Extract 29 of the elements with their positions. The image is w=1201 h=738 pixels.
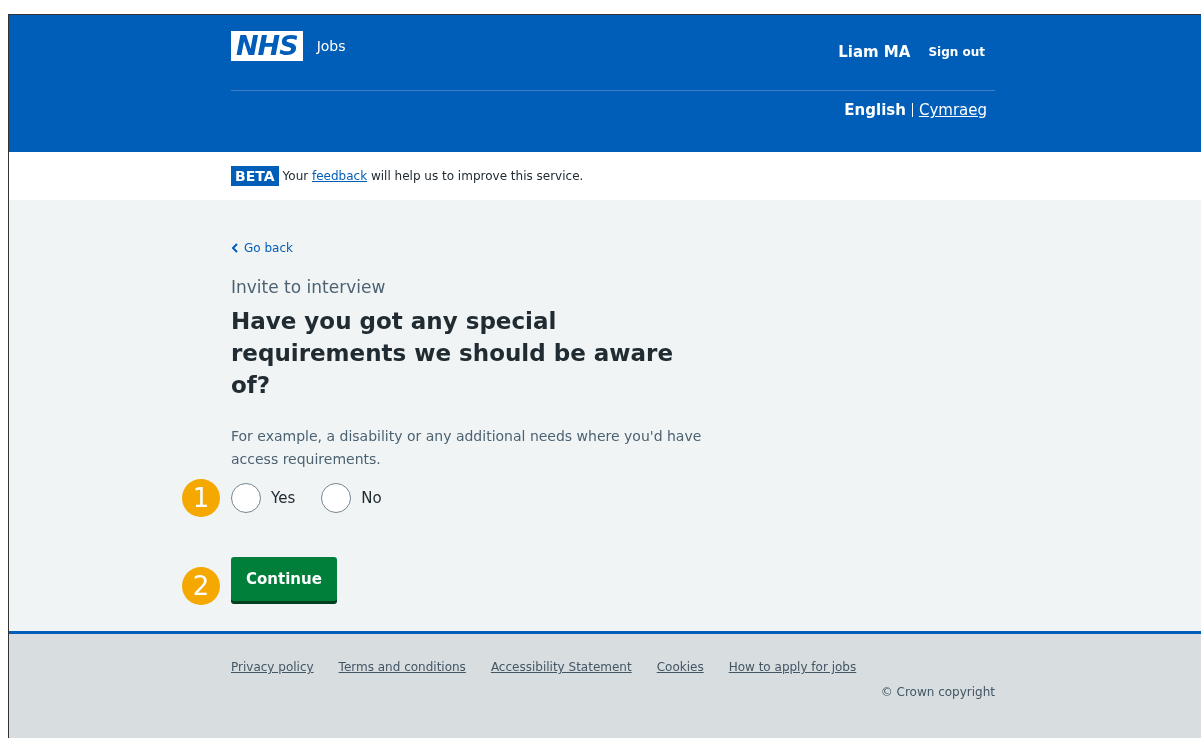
service-name: Jobs xyxy=(316,38,346,54)
question-heading: Have you got any special requirements we should be aware of? xyxy=(231,307,674,400)
feedback-link[interactable]: feedback xyxy=(312,169,368,183)
copyright-text: © Crown copyright xyxy=(880,685,995,699)
radio-option[interactable]: No xyxy=(321,483,382,513)
footer-link[interactable]: Privacy policy xyxy=(231,660,314,674)
step-marker: 1 xyxy=(182,479,220,517)
user-name: Liam MA xyxy=(838,43,911,61)
chevron-left-icon xyxy=(231,243,239,253)
language-link[interactable]: English xyxy=(844,101,906,119)
footer-link[interactable]: Accessibility Statement xyxy=(490,660,632,674)
nhs-logo[interactable]: NHS xyxy=(231,31,303,61)
radio-label: Yes xyxy=(271,489,296,507)
footer-link[interactable]: How to apply for jobs xyxy=(728,660,857,674)
footer-link[interactable]: Terms and conditions xyxy=(338,660,466,674)
banner-text: Your feedback will help us to improve this service. xyxy=(282,169,584,183)
radio-option[interactable]: Yes xyxy=(231,483,296,513)
sign-out-link[interactable]: Sign out xyxy=(928,45,985,59)
beta-tag: BETA xyxy=(231,166,279,186)
caption: Invite to interview xyxy=(231,277,387,297)
radio-label: No xyxy=(361,489,382,507)
hint-text: For example, a disability or any additional needs where you'd have access requirements. xyxy=(231,427,703,469)
step-marker: 2 xyxy=(182,567,220,605)
radio-button[interactable] xyxy=(231,483,261,513)
continue-button[interactable]: Continue xyxy=(231,557,337,601)
back-link[interactable]: Go back xyxy=(231,241,293,255)
radio-button[interactable] xyxy=(321,483,352,513)
language-link[interactable]: Cymraeg xyxy=(918,101,987,119)
footer-link[interactable]: Cookies xyxy=(656,660,704,674)
